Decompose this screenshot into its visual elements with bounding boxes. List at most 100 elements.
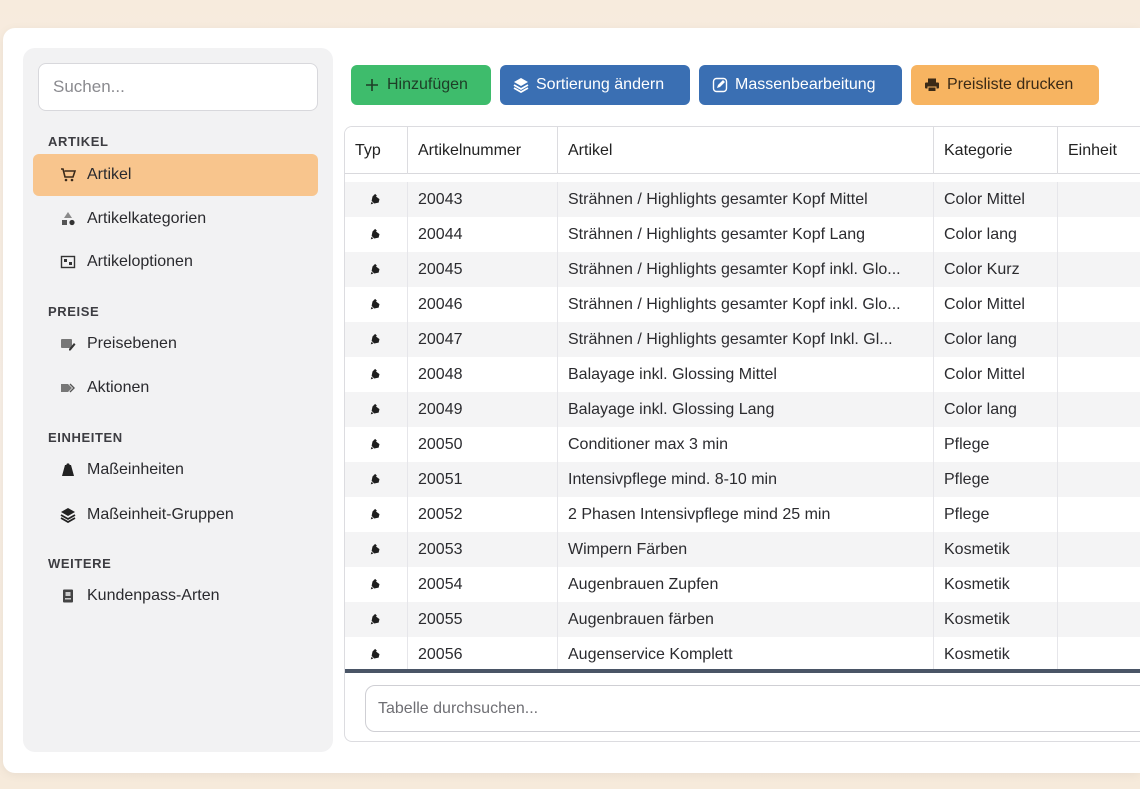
sidebar-item-artikeloptionen[interactable]: Artikeloptionen bbox=[33, 241, 318, 283]
cell-einheit bbox=[1058, 532, 1140, 567]
sidebar-search-input[interactable] bbox=[38, 63, 318, 111]
table-row[interactable]: 20050 Conditioner max 3 min Pflege bbox=[345, 427, 1140, 462]
sidebar-item-label: Kundenpass-Arten bbox=[87, 587, 220, 604]
sidebar-item-aktionen[interactable]: Aktionen bbox=[33, 367, 318, 409]
table-row[interactable]: 20056 Augenservice Komplett Kosmetik bbox=[345, 637, 1140, 669]
table-row-partial bbox=[345, 174, 1140, 182]
sidebar-item-masseinheit-gruppen[interactable]: Maßeinheit-Gruppen bbox=[33, 494, 318, 536]
sidebar-item-kundenpass-arten[interactable]: Kundenpass-Arten bbox=[33, 575, 318, 617]
cart-icon bbox=[59, 166, 77, 184]
cell-einheit bbox=[1058, 322, 1140, 357]
cell-kategorie: Pflege bbox=[934, 427, 1058, 462]
table-row[interactable]: 20047 Strähnen / Highlights gesamter Kopf… bbox=[345, 322, 1140, 357]
sidebar-item-label: Maßeinheit-Gruppen bbox=[87, 506, 234, 523]
sidebar-item-label: Preisebenen bbox=[87, 335, 177, 352]
service-type-icon bbox=[345, 357, 408, 392]
service-type-icon bbox=[345, 392, 408, 427]
sidebar-item-label: Artikelkategorien bbox=[87, 210, 207, 227]
cell-artikel-text: Strähnen / Highlights gesamter Kopf Lang bbox=[568, 225, 866, 243]
print-pricelist-button-label: Preisliste drucken bbox=[947, 76, 1074, 93]
price-edit-icon bbox=[59, 335, 77, 353]
cell-artikelnummer: 20051 bbox=[408, 462, 558, 497]
service-type-icon bbox=[345, 427, 408, 462]
cell-artikelnummer: 20043 bbox=[408, 182, 558, 217]
options-icon bbox=[59, 253, 77, 271]
cell-kategorie: Pflege bbox=[934, 497, 1058, 532]
cell-einheit bbox=[1058, 462, 1140, 497]
cell-artikel: Strähnen / Highlights gesamter Kopf Inkl… bbox=[558, 322, 934, 357]
table-row[interactable]: 20055 Augenbrauen färben Kosmetik bbox=[345, 602, 1140, 637]
cell-einheit bbox=[1058, 602, 1140, 637]
printer-icon bbox=[924, 77, 940, 93]
table-row[interactable]: 20046 Strähnen / Highlights gesamter Kopf… bbox=[345, 287, 1140, 322]
cell-artikelnummer: 20049 bbox=[408, 392, 558, 427]
print-pricelist-button[interactable]: Preisliste drucken bbox=[911, 65, 1099, 105]
table-row[interactable]: 20045 Strähnen / Highlights gesamter Kopf… bbox=[345, 252, 1140, 287]
sort-button[interactable]: Sortierung ändern bbox=[500, 65, 690, 105]
cell-artikel-text: Augenbrauen färben bbox=[568, 610, 714, 628]
service-type-icon bbox=[345, 602, 408, 637]
tags-icon bbox=[59, 379, 77, 397]
add-button-label: Hinzufügen bbox=[387, 76, 468, 93]
cell-artikelnummer: 20054 bbox=[408, 567, 558, 602]
table-row[interactable]: 20048 Balayage inkl. Glossing Mittel Color… bbox=[345, 357, 1140, 392]
add-button[interactable]: Hinzufügen bbox=[351, 65, 491, 105]
table-row[interactable]: 20049 Balayage inkl. Glossing Lang Color l… bbox=[345, 392, 1140, 427]
column-header-artikel[interactable]: Artikel bbox=[558, 127, 934, 174]
table-row[interactable]: 20043 Strähnen / Highlights gesamter Kopf… bbox=[345, 182, 1140, 217]
service-type-icon bbox=[345, 182, 408, 217]
cell-artikelnummer: 20050 bbox=[408, 427, 558, 462]
table-row[interactable]: 20053 Wimpern Färben Kosmetik bbox=[345, 532, 1140, 567]
table-body[interactable]: 20043 Strähnen / Highlights gesamter Kopf… bbox=[345, 174, 1140, 669]
cell-artikel: Intensivpflege mind. 8-10 min bbox=[558, 462, 934, 497]
articles-table: Typ Artikelnummer Artikel Kategorie Einh… bbox=[344, 126, 1140, 742]
cell-kategorie: Color Mittel bbox=[934, 182, 1058, 217]
cell-artikel: Wimpern Färben bbox=[558, 532, 934, 567]
cell-artikel-text: Augenbrauen Zupfen bbox=[568, 575, 719, 593]
cell-kategorie: Color lang bbox=[934, 322, 1058, 357]
cell-artikel-text: 2 Phasen Intensivpflege mind 25 min bbox=[568, 505, 831, 523]
cell-artikelnummer: 20055 bbox=[408, 602, 558, 637]
cell-artikelnummer: 20053 bbox=[408, 532, 558, 567]
sidebar-item-artikelkategorien[interactable]: Artikelkategorien bbox=[33, 198, 318, 240]
cell-einheit bbox=[1058, 217, 1140, 252]
cell-artikel: 2 Phasen Intensivpflege mind 25 min bbox=[558, 497, 934, 532]
column-header-typ[interactable]: Typ bbox=[345, 127, 408, 174]
cell-artikel-text: Strähnen / Highlights gesamter Kopf Mitt… bbox=[568, 190, 868, 208]
cell-artikelnummer: 20052 bbox=[408, 497, 558, 532]
sidebar-item-preisebenen[interactable]: Preisebenen bbox=[33, 323, 318, 365]
cell-kategorie: Color Mittel bbox=[934, 287, 1058, 322]
mass-edit-button[interactable]: Massenbearbeitung bbox=[699, 65, 902, 105]
sidebar-item-artikel[interactable]: Artikel bbox=[33, 154, 318, 196]
table-row[interactable]: 20051 Intensivpflege mind. 8-10 min Pflege bbox=[345, 462, 1140, 497]
cell-artikel-text: Balayage inkl. Glossing Lang bbox=[568, 400, 775, 418]
cell-einheit bbox=[1058, 392, 1140, 427]
table-divider bbox=[345, 669, 1140, 673]
table-row[interactable]: 20054 Augenbrauen Zupfen Kosmetik bbox=[345, 567, 1140, 602]
cell-einheit bbox=[1058, 427, 1140, 462]
cell-kategorie: Kosmetik bbox=[934, 532, 1058, 567]
cell-artikel: Balayage inkl. Glossing Mittel bbox=[558, 357, 934, 392]
layers-icon bbox=[59, 506, 77, 524]
cell-kategorie: Kosmetik bbox=[934, 567, 1058, 602]
cell-artikel-text: Strähnen / Highlights gesamter Kopf inkl… bbox=[568, 295, 901, 313]
sidebar-item-masseinheiten[interactable]: Maßeinheiten bbox=[33, 449, 318, 491]
table-row[interactable]: 20044 Strähnen / Highlights gesamter Kopf… bbox=[345, 217, 1140, 252]
cell-einheit bbox=[1058, 287, 1140, 322]
service-type-icon bbox=[345, 252, 408, 287]
column-header-kategorie[interactable]: Kategorie bbox=[934, 127, 1058, 174]
service-type-icon bbox=[345, 287, 408, 322]
cell-artikelnummer: 20047 bbox=[408, 322, 558, 357]
table-row[interactable]: 20052 2 Phasen Intensivpflege mind 25 min… bbox=[345, 497, 1140, 532]
table-search-input[interactable] bbox=[365, 685, 1140, 732]
column-header-einheit[interactable]: Einheit bbox=[1058, 127, 1140, 174]
sort-button-label: Sortierung ändern bbox=[536, 76, 665, 93]
cell-einheit bbox=[1058, 637, 1140, 669]
cell-artikel: Augenservice Komplett bbox=[558, 637, 934, 669]
cell-kategorie: Pflege bbox=[934, 462, 1058, 497]
cell-artikel-text: Strähnen / Highlights gesamter Kopf Inkl… bbox=[568, 330, 893, 348]
weight-icon bbox=[59, 461, 77, 479]
cell-einheit bbox=[1058, 252, 1140, 287]
column-header-artikelnummer[interactable]: Artikelnummer bbox=[408, 127, 558, 174]
section-title-preise: PREISE bbox=[48, 304, 100, 319]
